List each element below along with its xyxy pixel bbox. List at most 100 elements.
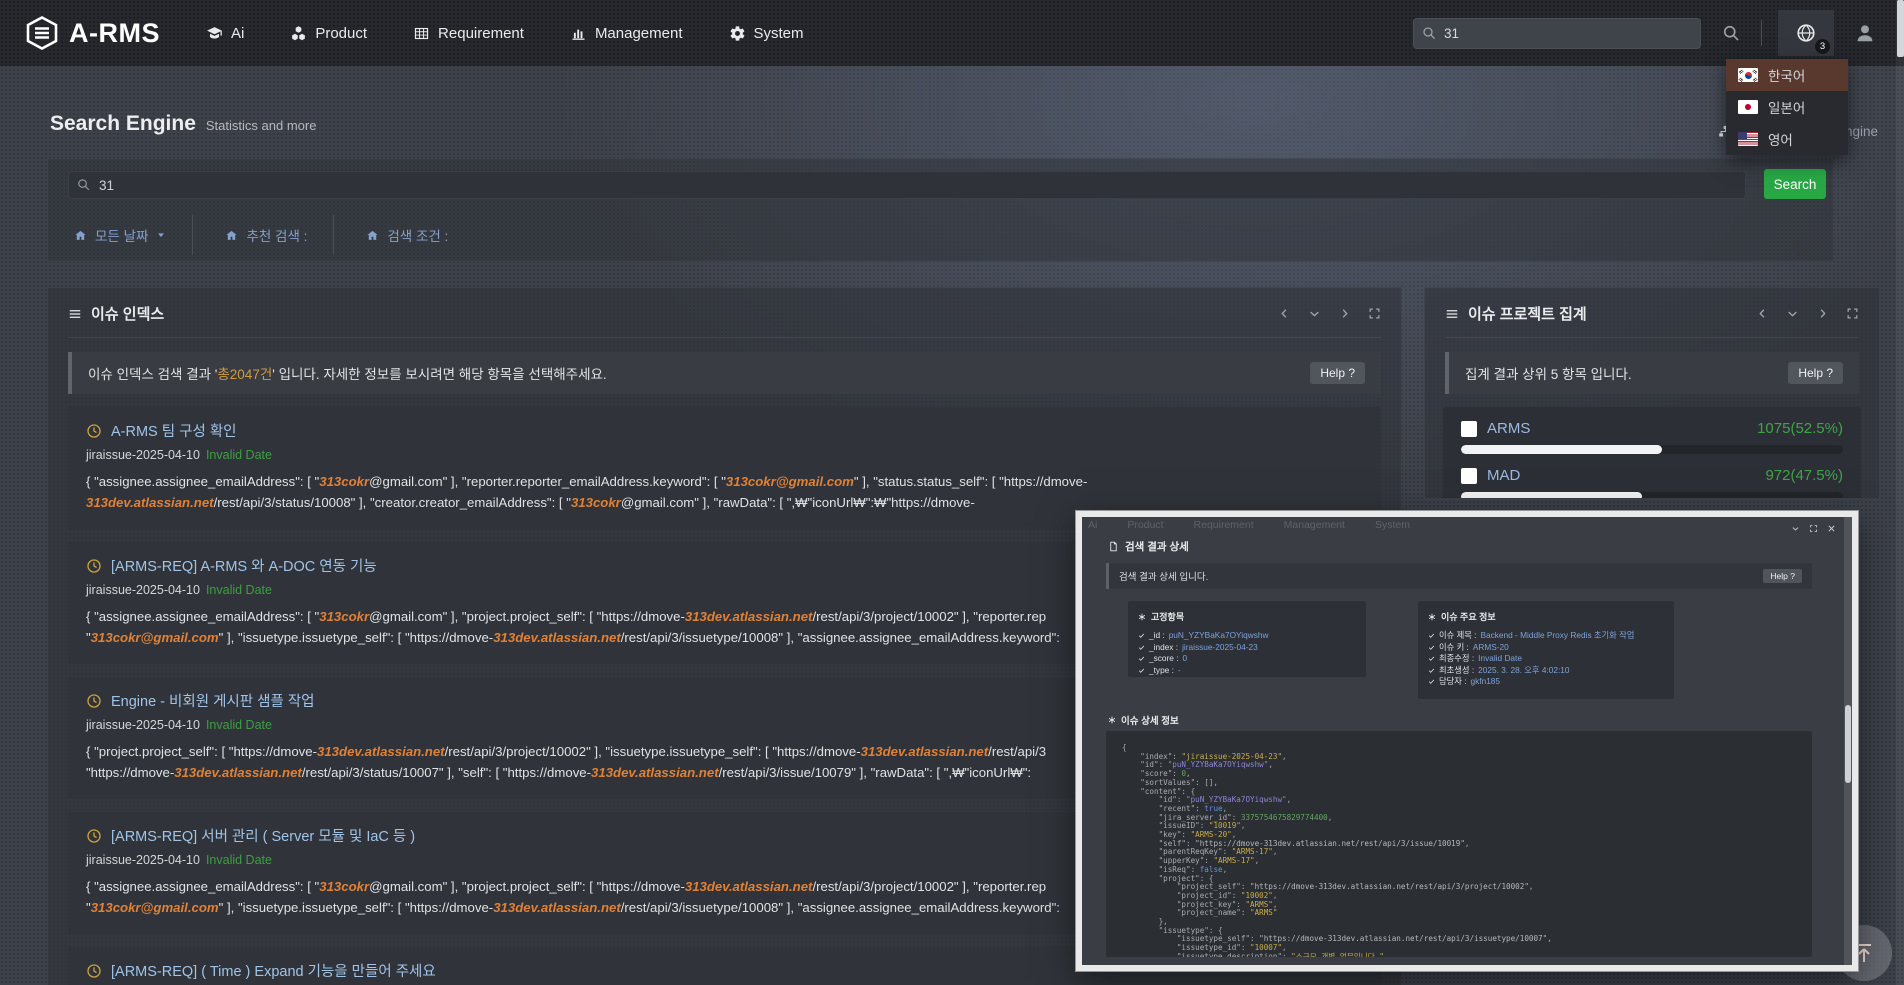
filter-label: 검색 조건 : — [387, 225, 448, 245]
search-icon-button[interactable] — [1717, 19, 1745, 47]
chevron-right-button[interactable] — [1338, 307, 1351, 320]
globe-icon — [1795, 22, 1817, 44]
issue-title-link[interactable]: [ARMS-REQ] 서버 관리 ( Server 모듈 및 IaC 등 ) — [111, 825, 415, 846]
expand-button[interactable] — [1846, 307, 1859, 320]
issue-meta: jiraissue-2025-04-10Invalid Date — [86, 448, 1363, 462]
brand[interactable]: A-RMS — [24, 15, 160, 51]
us-flag-icon — [1738, 132, 1758, 146]
chevron-down-button[interactable] — [1791, 524, 1800, 533]
nav-item-management[interactable]: Management — [570, 25, 683, 42]
language-badge: 3 — [1815, 39, 1830, 54]
modal-scrollbar — [1844, 517, 1852, 965]
chevron-right-button[interactable] — [1816, 307, 1829, 320]
lang-option-jp[interactable]: 일본어 — [1726, 91, 1848, 123]
issue-title-link[interactable]: A-RMS 팀 구성 확인 — [111, 420, 237, 441]
user-icon-button[interactable] — [1850, 18, 1880, 48]
close-button[interactable] — [1827, 524, 1836, 533]
checkbox[interactable] — [1461, 421, 1477, 437]
expand-icon — [1368, 307, 1381, 320]
kv-row: 담당자 : gkfn185 — [1428, 676, 1664, 688]
issue-date: Invalid Date — [206, 853, 272, 867]
issue-main-info-rows: 이슈 제목 : Backend - Middle Proxy Redis 초기화… — [1428, 630, 1664, 688]
page-scrollbar-thumb[interactable] — [1897, 0, 1904, 57]
chevron-down-button[interactable] — [1308, 307, 1321, 320]
kv-value: 0 — [1183, 653, 1188, 665]
modal-info: 검색 결과 상세 입니다. Help ? — [1106, 563, 1812, 589]
nav-item-system[interactable]: System — [729, 25, 804, 42]
ghost-nav-item: Product — [1127, 519, 1163, 531]
asterisk-icon — [1108, 716, 1116, 724]
lang-option-us[interactable]: 영어 — [1726, 123, 1848, 155]
kv-row: 이슈 키 : ARMS-20 — [1428, 642, 1664, 654]
progress-bar — [1461, 492, 1843, 499]
issue-title-link[interactable]: Engine - 비회원 게시판 샘플 작업 — [111, 690, 315, 711]
kv-value: 2025. 3. 28. 오후 4:02:10 — [1478, 665, 1569, 677]
brand-text: A-RMS — [69, 18, 160, 49]
checkbox[interactable] — [1461, 468, 1477, 484]
home-icon — [225, 229, 238, 242]
nav-item-ai[interactable]: Ai — [206, 25, 244, 42]
help-button[interactable]: Help ? — [1763, 569, 1802, 583]
lang-option-kr[interactable]: 한국어 — [1726, 59, 1848, 91]
search-button[interactable]: Search — [1764, 169, 1826, 199]
project-count: 972(47.5%) — [1765, 467, 1843, 484]
main-search-input[interactable] — [68, 171, 1746, 199]
asterisk-icon — [1108, 716, 1116, 724]
code-line: "score": 0, — [1122, 770, 1812, 779]
chevron-down-icon — [1308, 307, 1321, 320]
asterisk-icon — [1428, 613, 1436, 621]
hamburger-icon — [68, 307, 82, 321]
language-button[interactable]: 3 — [1778, 10, 1834, 56]
filter-3[interactable]: 검색 조건 : — [360, 225, 474, 245]
modal-controls — [1791, 524, 1836, 533]
check-icon — [1428, 667, 1435, 674]
help-button[interactable]: Help ? — [1788, 362, 1843, 384]
project-name[interactable]: MAD — [1487, 467, 1520, 484]
aggregate-list: ARMS 1075(52.5%) MAD 972(47.5%) — [1443, 407, 1861, 499]
clock-icon — [86, 693, 102, 709]
graduation-cap-icon — [206, 25, 223, 42]
nav-search-input[interactable] — [1413, 18, 1701, 49]
issue-index-title: 이슈 인덱스 — [68, 303, 164, 324]
divider — [68, 337, 1381, 338]
chevron-left-button[interactable] — [1756, 307, 1769, 320]
lang-option-label: 영어 — [1768, 129, 1793, 149]
code-line: "id": "puN_YZYBaKa7OYiqwshw", — [1122, 761, 1812, 770]
chevron-down-button[interactable] — [1786, 307, 1799, 320]
nav-item-label: System — [754, 25, 804, 42]
nav-item-requirement[interactable]: Requirement — [413, 25, 524, 42]
modal-scrollbar-thumb[interactable] — [1845, 705, 1851, 783]
kv-value: gkfn185 — [1471, 676, 1501, 688]
project-count: 1075(52.5%) — [1757, 420, 1843, 437]
filter-1[interactable]: 모든 날짜 — [68, 225, 192, 245]
kv-value: - — [1178, 665, 1181, 677]
expand-button[interactable] — [1368, 307, 1381, 320]
issue-title-link[interactable]: [ARMS-REQ] ( Time ) Expand 기능을 만들어 주세요 — [111, 960, 436, 981]
check-icon — [1138, 632, 1145, 639]
search-panel: Search 모든 날짜 추천 검색 : 검색 조건 : — [47, 158, 1834, 262]
gear-icon — [729, 25, 746, 42]
chevron-left-icon — [1756, 307, 1769, 320]
chevron-left-button[interactable] — [1278, 307, 1291, 320]
check-icon — [1138, 644, 1145, 651]
page-title: Search Engine — [50, 112, 196, 136]
help-button[interactable]: Help ? — [1310, 362, 1365, 384]
issue-index-header: 이슈 인덱스 — [48, 288, 1401, 337]
expand-icon — [1846, 307, 1859, 320]
expand-icon — [1809, 524, 1818, 533]
page-subtitle: Statistics and more — [206, 118, 317, 133]
asterisk-icon — [1428, 613, 1436, 621]
user-icon — [1854, 22, 1876, 44]
filter-2[interactable]: 추천 검색 : — [219, 225, 333, 245]
issue-date: Invalid Date — [206, 718, 272, 732]
nav-menu: Ai Product Requirement Management System — [206, 25, 804, 42]
nav-right: 3 — [1413, 10, 1880, 56]
kv-row: _id : puN_YZYBaKa7OYiqwshw — [1138, 630, 1356, 642]
issue-title-link[interactable]: [ARMS-REQ] A-RMS 와 A-DOC 연동 기능 — [111, 555, 377, 576]
expand-button[interactable] — [1809, 524, 1818, 533]
language-dropdown: 한국어일본어영어 — [1726, 59, 1848, 155]
kv-row: 이슈 제목 : Backend - Middle Proxy Redis 초기화… — [1428, 630, 1664, 642]
code-line: "project_name": "ARMS" — [1122, 909, 1812, 918]
project-name[interactable]: ARMS — [1487, 420, 1530, 437]
nav-item-product[interactable]: Product — [290, 25, 367, 42]
